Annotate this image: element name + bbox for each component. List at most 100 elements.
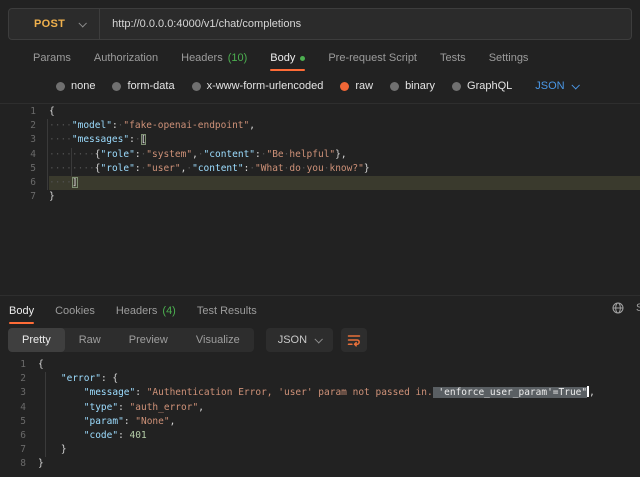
code-token: "fake-openai-endpoint" (123, 120, 249, 131)
request-body-editor[interactable]: 1{2····"model":·"fake-openai-endpoint",3… (0, 105, 640, 295)
response-tab-cookies[interactable]: Cookies (55, 305, 95, 317)
tab-label: Params (33, 52, 71, 64)
code-token: know?" (329, 163, 363, 174)
code-line[interactable]: 7} (0, 190, 640, 204)
code-content: ········{"role":·"user",·"content":·"Wha… (49, 162, 640, 176)
view-pretty[interactable]: Pretty (8, 328, 65, 352)
line-number: 3 (0, 386, 38, 400)
body-type-label: GraphQL (467, 80, 512, 92)
response-tab-test-results[interactable]: Test Results (197, 305, 257, 317)
code-line[interactable]: 1{ (0, 105, 640, 119)
unsaved-dot-icon (300, 56, 305, 61)
url-input[interactable]: http://0.0.0.0:4000/v1/chat/completions (100, 18, 631, 30)
code-token: "error" (61, 373, 101, 384)
view-raw[interactable]: Raw (65, 328, 115, 352)
request-format-dropdown[interactable]: JSON (535, 80, 577, 92)
radio-icon (112, 82, 121, 91)
response-format-dropdown[interactable]: JSON (266, 328, 333, 352)
body-type-x-www-form-urlencoded[interactable]: x-www-form-urlencoded (192, 80, 324, 92)
code-token: "Be (266, 149, 283, 160)
tab-body[interactable]: Body (270, 52, 305, 64)
code-line[interactable]: 6····] (0, 176, 640, 190)
code-content: ····"messages":·[ (49, 133, 640, 147)
code-token: "role" (101, 163, 135, 174)
view-visualize[interactable]: Visualize (182, 328, 254, 352)
code-line[interactable]: 5 "param": "None", (0, 415, 640, 429)
body-type-row: none form-data x-www-form-urlencoded raw bin… (0, 76, 640, 96)
code-line[interactable]: 5········{"role":·"user",·"content":·"Wh… (0, 162, 640, 176)
code-token: : (135, 387, 146, 398)
response-tab-headers[interactable]: Headers(4) (116, 305, 176, 317)
divider (0, 295, 640, 296)
method-selector[interactable]: POST (9, 18, 99, 30)
code-token: ···· (49, 120, 72, 131)
code-token: "content" (192, 163, 243, 174)
code-token: , (249, 120, 255, 131)
code-content: ····"model":·"fake-openai-endpoint", (49, 119, 640, 133)
tab-headers[interactable]: Headers(10) (181, 52, 247, 64)
code-content: { (38, 358, 640, 372)
code-token: "messages" (72, 134, 129, 145)
code-line[interactable]: 8} (0, 457, 640, 471)
code-token: ···· (49, 177, 72, 188)
code-token: "code" (84, 430, 118, 441)
tab-params[interactable]: Params (33, 52, 71, 64)
line-number: 3 (0, 133, 49, 147)
radio-icon (340, 82, 349, 91)
body-type-binary[interactable]: binary (390, 80, 435, 92)
response-tabs: Body Cookies Headers(4) Test Results (0, 303, 640, 319)
code-line[interactable]: 3 "message": "Authentication Error, 'use… (0, 386, 640, 400)
tab-label: Authorization (94, 52, 158, 64)
code-content: "type": "auth_error", (38, 401, 640, 415)
code-content: { (49, 105, 640, 119)
response-tab-body[interactable]: Body (9, 305, 34, 317)
tab-tests[interactable]: Tests (440, 52, 466, 64)
code-token: "message" (84, 387, 135, 398)
code-line[interactable]: 7 } (0, 443, 640, 457)
code-token: , (198, 402, 204, 413)
view-preview[interactable]: Preview (115, 328, 182, 352)
globe-icon[interactable] (612, 302, 624, 314)
code-line[interactable]: 1{ (0, 358, 640, 372)
request-tabs: Params Authorization Headers(10) Body Pre-re… (0, 50, 640, 66)
tab-pre-request-script[interactable]: Pre-request Script (328, 52, 417, 64)
divider (0, 103, 640, 104)
code-line[interactable]: 4 "type": "auth_error", (0, 401, 640, 415)
code-token: 401 (130, 430, 147, 441)
method-label: POST (34, 18, 65, 30)
body-type-none[interactable]: none (56, 80, 95, 92)
chevron-down-icon (79, 19, 87, 27)
body-type-raw[interactable]: raw (340, 80, 373, 92)
code-token: do (289, 163, 300, 174)
body-type-label: x-www-form-urlencoded (207, 80, 324, 92)
code-token: ···· (49, 134, 72, 145)
code-line[interactable]: 2 "error": { (0, 372, 640, 386)
code-token: "What (255, 163, 284, 174)
tab-label: Headers (116, 305, 158, 317)
line-number: 5 (0, 162, 49, 176)
tab-label: Pre-request Script (328, 52, 417, 64)
code-token (38, 444, 61, 455)
code-line[interactable]: 4········{"role":·"system",·"content":·"… (0, 148, 640, 162)
line-number: 1 (0, 358, 38, 372)
code-line[interactable]: 3····"messages":·[ (0, 133, 640, 147)
wrap-line-icon (346, 332, 362, 348)
code-line[interactable]: 6 "code": 401 (0, 429, 640, 443)
code-token: "user" (146, 163, 180, 174)
tab-authorization[interactable]: Authorization (94, 52, 158, 64)
tab-settings[interactable]: Settings (489, 52, 529, 64)
code-token: helpful" (289, 149, 335, 160)
body-type-GraphQL[interactable]: GraphQL (452, 80, 512, 92)
body-type-label: raw (355, 80, 373, 92)
wrap-line-button[interactable] (341, 328, 367, 352)
tab-label: Cookies (55, 305, 95, 317)
response-body-editor[interactable]: 1{2 "error": {3 "message": "Authenticati… (0, 358, 640, 477)
response-format-label: JSON (278, 334, 307, 346)
body-type-label: binary (405, 80, 435, 92)
line-number: 2 (0, 372, 38, 386)
radio-icon (56, 82, 65, 91)
code-line[interactable]: 2····"model":·"fake-openai-endpoint", (0, 119, 640, 133)
body-type-form-data[interactable]: form-data (112, 80, 174, 92)
response-meta: S (610, 300, 640, 318)
code-token: "auth_error" (130, 402, 199, 413)
